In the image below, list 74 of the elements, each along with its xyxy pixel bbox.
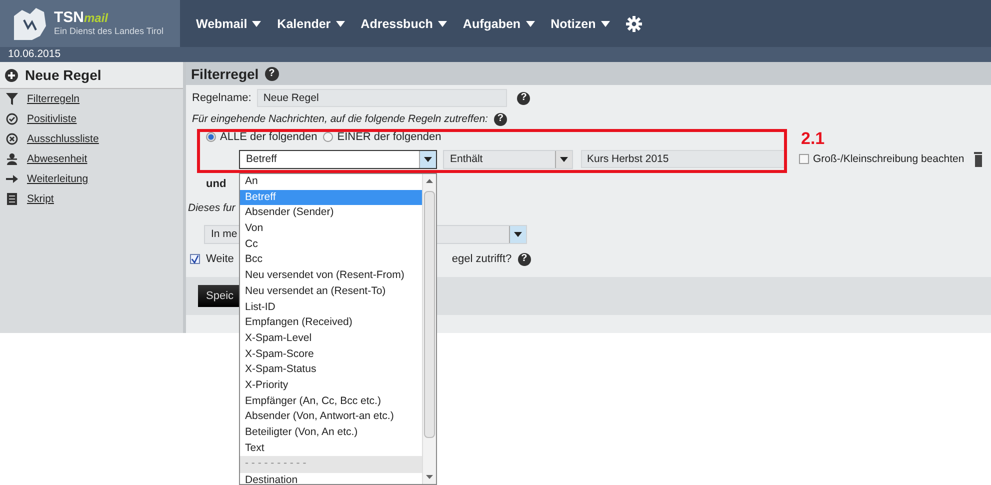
dropdown-option[interactable]: An: [240, 174, 422, 190]
dropdown-option[interactable]: Text: [240, 440, 422, 456]
arrow-right-icon: [6, 173, 18, 185]
settings-icon[interactable]: [626, 16, 642, 32]
checkbox-label: egel zutrifft?: [452, 253, 512, 265]
dropdown-option[interactable]: Von: [240, 221, 422, 237]
dropdown-option[interactable]: Neu versendet von (Resent-From): [240, 268, 422, 284]
radio-option[interactable]: EINER der folgenden: [323, 131, 442, 143]
plus-icon: [5, 68, 18, 82]
dropdown-option[interactable]: Cc: [240, 236, 422, 252]
dropdown-option[interactable]: Beteiligter (Von, An etc.): [240, 425, 422, 441]
dropdown-option[interactable]: Empfänger (An, Cc, Bcc etc.): [240, 394, 422, 410]
dropdown-option[interactable]: X-Spam-Status: [240, 362, 422, 378]
radio-option[interactable]: ALLE der folgenden: [206, 131, 318, 143]
help-icon[interactable]: ?: [518, 252, 531, 266]
sidebar-item[interactable]: Weiterleitung: [0, 169, 183, 189]
logo-subtitle: Ein Dienst des Landes Tirol: [54, 26, 164, 37]
value-field[interactable]: Kurs Herbst 2015: [581, 150, 787, 168]
field-select[interactable]: Betreff: [239, 150, 437, 168]
help-icon[interactable]: ?: [264, 66, 279, 80]
caret-icon: [252, 20, 262, 26]
instruction-text: Für eingehende Nachrichten, auf die folgende Regeln zutreffen:: [192, 113, 488, 125]
operator-select[interactable]: Enthält: [443, 150, 573, 168]
nav-menu[interactable]: Webmail: [196, 16, 262, 30]
nav-menu[interactable]: Kalender: [277, 16, 345, 30]
nav-menu[interactable]: Adressbuch: [360, 16, 447, 30]
help-icon[interactable]: ?: [517, 92, 530, 104]
person-icon: [6, 153, 18, 165]
dropdown-option[interactable]: Absender (Von, Antwort-an etc.): [240, 409, 422, 425]
and-label: und: [206, 178, 226, 190]
nav-menu[interactable]: Notizen: [550, 16, 610, 30]
x-circle-icon: [6, 133, 18, 145]
caret-icon: [438, 20, 447, 26]
scroll-thumb[interactable]: [424, 191, 435, 438]
sidebar-title: Neue Regel: [25, 67, 102, 83]
dropdown-option[interactable]: Absender (Sender): [240, 205, 422, 222]
caret-icon: [336, 20, 345, 26]
caret-icon: [424, 156, 432, 162]
dropdown-option[interactable]: X-Priority: [240, 378, 422, 394]
caret-icon: [514, 232, 522, 236]
dropdown-option[interactable]: Empfangen (Received): [240, 315, 422, 331]
separator-option: - - - - - - - - - -: [240, 456, 422, 474]
nav-menu[interactable]: Aufgaben: [462, 16, 535, 30]
date-text: 10.06.2015: [8, 48, 61, 60]
check-circle-icon: [6, 113, 18, 125]
caret-icon: [560, 156, 568, 162]
checkbox[interactable]: [190, 254, 200, 264]
dropdown-option[interactable]: X-Spam-Score: [240, 346, 422, 362]
funnel-icon: [6, 93, 18, 105]
trash-icon[interactable]: [974, 151, 982, 167]
sidebar-item[interactable]: Filterregeln: [0, 89, 183, 109]
logo-suffix: mail: [84, 11, 108, 26]
annotation-label: 2.1: [801, 129, 825, 149]
dropdown-option[interactable]: X-Spam-Level: [240, 330, 422, 347]
help-icon[interactable]: ?: [494, 112, 507, 126]
dropdown-option[interactable]: Destination: [240, 473, 422, 484]
caret-icon: [526, 20, 535, 26]
sidebar-item[interactable]: Abwesenheit: [0, 149, 183, 169]
scroll-down-icon[interactable]: [426, 475, 433, 479]
scroll-up-icon[interactable]: [426, 179, 433, 183]
logo-title: TSN: [54, 9, 84, 26]
rule-name-field[interactable]: Neue Regel: [257, 89, 508, 107]
caret-icon: [600, 20, 610, 26]
document-icon: [6, 193, 18, 205]
sidebar-item[interactable]: Positivliste: [0, 109, 183, 129]
sidebar-item[interactable]: Skript: [0, 189, 183, 209]
dropdown-option[interactable]: Bcc: [240, 252, 422, 268]
instruction-text: Dieses fur: [188, 202, 236, 214]
checkbox-label: Weite: [206, 253, 234, 265]
scrollbar[interactable]: [422, 174, 436, 484]
checkbox-label[interactable]: Groß-/Kleinschreibung beachten: [799, 153, 964, 165]
field-label: Regelname:: [192, 92, 252, 104]
sidebar-item[interactable]: Ausschlussliste: [0, 129, 183, 149]
panel-title: Filterregel: [191, 66, 259, 82]
